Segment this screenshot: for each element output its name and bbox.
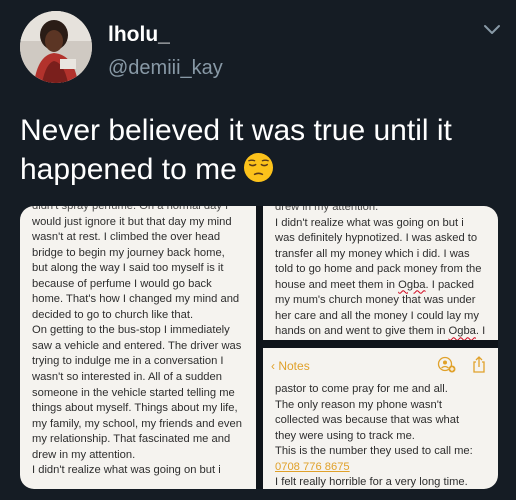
note-line: saw a vehicle and entered. The driver wa…	[32, 339, 242, 352]
note-line: but along the way I said too myself is i…	[32, 262, 224, 275]
tweet-text-content: Never believed it was true until it happ…	[20, 114, 452, 186]
phone-number-link[interactable]: 0708 776 8675	[275, 461, 350, 473]
notes-screenshot-left[interactable]: didn't spray perfume. On a normal day I …	[20, 206, 256, 489]
note-line: wasn't so interested in. All of a sudden	[32, 371, 222, 384]
note-line: drew in my attention.	[32, 448, 136, 461]
note-line: my relationship. That fascinated me and	[32, 433, 231, 446]
notes-screenshot-bottom-right[interactable]: ‹ Notes pastor to come pray for me and a…	[263, 348, 498, 489]
chevron-down-icon[interactable]	[482, 22, 502, 38]
notes-toolbar: ‹ Notes	[263, 356, 498, 376]
note-line: was definitely hypnotized. I was asked t…	[275, 232, 478, 245]
notes-back-button[interactable]: ‹ Notes	[271, 358, 310, 374]
notes-back-label: Notes	[278, 359, 310, 373]
note-line: my mum's church money that was under	[275, 294, 476, 307]
misspelled-word: Ogba	[398, 278, 426, 291]
note-line: The only reason my phone wasn't	[275, 398, 442, 411]
author-display-name[interactable]: lholu_	[108, 22, 170, 48]
tweet-media[interactable]: didn't spray perfume. On a normal day I …	[20, 206, 498, 489]
note-line: bridge to begin my journey back home,	[32, 246, 225, 259]
note-line: things about myself. Things about my lif…	[32, 402, 238, 415]
note-line: I didn't realize what was going on but i	[275, 216, 464, 229]
note-line: I didn't realize what was going on but i	[32, 464, 221, 477]
note-line: transfer all my money which i did. I was	[275, 247, 470, 260]
tweet-text: Never believed it was true until it happ…	[20, 111, 500, 189]
note-line: didn't spray perfume. On a normal day I	[32, 206, 229, 212]
author-handle[interactable]: @demiii_kay	[108, 56, 223, 80]
note-line: drew in my attention.	[275, 206, 379, 213]
note-line: wasn't at rest. I climbed the over head	[32, 231, 221, 244]
note-line: because of perfume I would go back	[32, 277, 212, 290]
note-line: This is the number they used to call me:	[275, 445, 473, 458]
note-line: house and meet them in Ogba. I packed	[275, 278, 475, 291]
note-line: told to go home and pack money from the	[275, 263, 482, 276]
note-line: home. That's how I changed my mind and	[32, 293, 240, 306]
note-line: someone in the vehicle started telling m…	[32, 386, 235, 399]
avatar-photo	[20, 11, 92, 83]
notes-screenshot-top-right[interactable]: drew in my attention. I didn't realize w…	[263, 206, 498, 340]
note-line: they were using to track me.	[275, 429, 415, 442]
note-line: my family, my school, my friends and eve…	[32, 417, 242, 430]
chevron-left-icon: ‹	[271, 359, 275, 373]
note-line: decided to go to church like that.	[32, 308, 194, 321]
pensive-face-icon	[243, 152, 273, 183]
note-line: her care and all the money I could lay m…	[275, 309, 479, 322]
note-line: On getting to the bus-stop I immediately	[32, 324, 230, 337]
note-line: collected was because that was what	[275, 414, 460, 427]
note-line: hands on and went to give them in Ogba. …	[275, 325, 486, 338]
add-person-icon[interactable]	[437, 356, 457, 374]
misspelled-word: Ogba	[448, 325, 476, 338]
note-line: pastor to come pray for me and all.	[275, 383, 448, 395]
note-line: I felt really horrible for a very long t…	[275, 476, 468, 489]
avatar[interactable]	[20, 11, 92, 83]
note-line: trying to indulge me in a conversation I	[32, 355, 224, 368]
share-icon[interactable]	[471, 356, 487, 374]
note-line: would just ignore it but that day my min…	[32, 215, 232, 228]
